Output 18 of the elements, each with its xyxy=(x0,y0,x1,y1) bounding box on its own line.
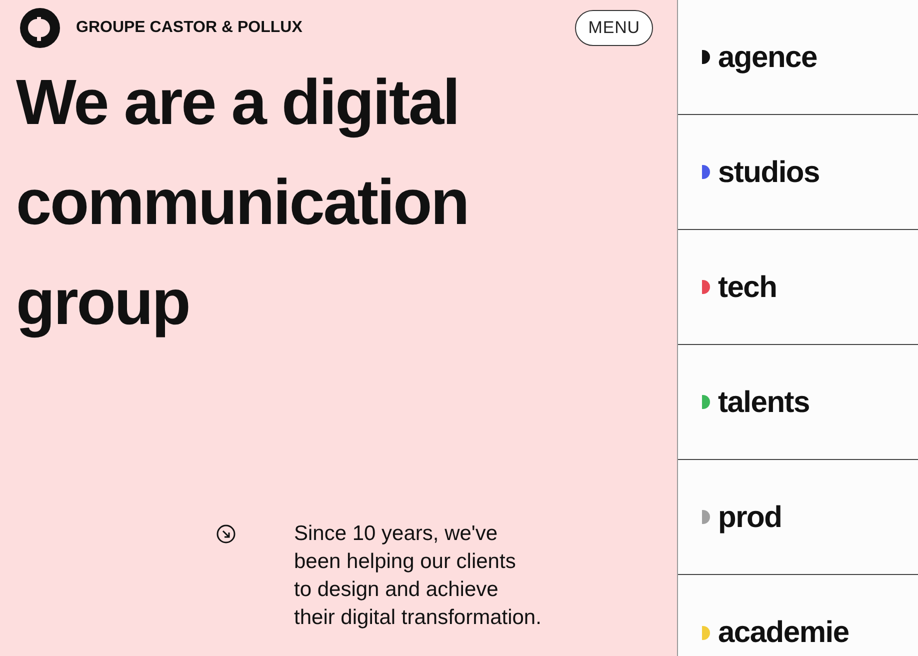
division-link[interactable]: academie xyxy=(678,575,918,656)
division-label: talents xyxy=(718,384,810,420)
intro-paragraph: Since 10 years, we've been helping our clients to design and achieve their digital transformation. xyxy=(294,521,542,631)
division-label: studios xyxy=(718,154,820,190)
division-link[interactable]: tech xyxy=(678,230,918,345)
brand-name: GROUPE CASTOR & POLLUX xyxy=(76,18,302,38)
division-label: academie xyxy=(718,615,849,651)
arrow-down-right-icon xyxy=(216,524,236,544)
division-link[interactable]: agence xyxy=(678,0,918,115)
division-label: prod xyxy=(718,500,782,536)
division-label: agence xyxy=(718,40,817,76)
division-link[interactable]: talents xyxy=(678,345,918,460)
headline: We are a digital communication group xyxy=(16,65,470,340)
division-label: tech xyxy=(718,270,777,306)
logo-icon xyxy=(20,8,60,48)
division-link[interactable]: prod xyxy=(678,460,918,575)
division-link[interactable]: studios xyxy=(678,115,918,230)
menu-button[interactable]: MENU xyxy=(575,10,653,46)
